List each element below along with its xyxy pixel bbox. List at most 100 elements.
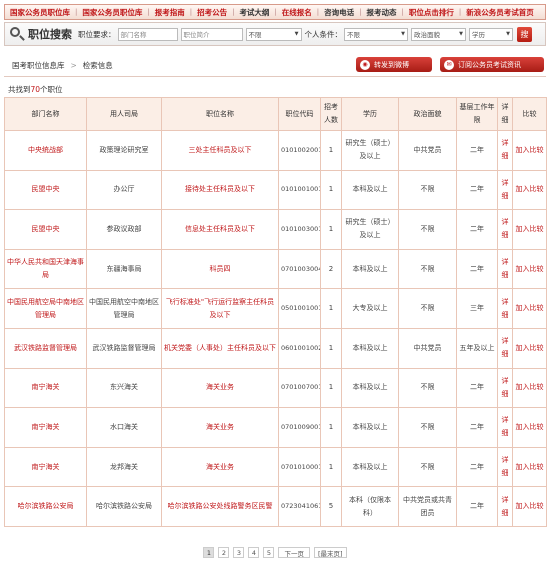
cell-title[interactable]: 海关业务 (161, 367, 279, 409)
cell-years: 五年及以上 (456, 327, 498, 369)
add-compare-link[interactable]: 加入比较 (512, 486, 547, 527)
nav-hotline[interactable]: 咨询电话 (319, 7, 359, 18)
detail-link[interactable]: 详细 (497, 288, 513, 329)
cell-title[interactable]: 哈尔滨铁路公安处线路警务区民警 (161, 486, 279, 527)
result-count: 共找到70个职位 (8, 84, 63, 95)
cell-title[interactable]: 三处主任科员及以下 (161, 130, 279, 171)
nav-job-database-2[interactable]: 国家公务员职位库 (77, 7, 147, 18)
cell-count: 1 (320, 169, 342, 211)
cell-code: 0101003001 (278, 209, 321, 250)
detail-link[interactable]: 详细 (497, 407, 513, 448)
col-header-years: 基层工作年限 (456, 97, 498, 131)
cell-dept[interactable]: 民盟中央 (4, 209, 87, 250)
job-table: 部门名称 用人司局 职位名称 职位代码 招考人数 学历 政治面貌 基层工作年限 … (4, 97, 547, 527)
nav-syllabus[interactable]: 考试大纲 (234, 7, 274, 18)
education-select[interactable]: 学历 ▼ (469, 27, 513, 41)
table-row: 中央统战部 政策理论研究室 三处主任科员及以下 0101002001 1 研究生（硕士）及… (4, 130, 547, 171)
cell-code: 0101001001 (278, 169, 321, 211)
page-1[interactable]: 1 (203, 547, 215, 558)
add-compare-link[interactable]: 加入比较 (512, 288, 547, 329)
pagination: 1 2 3 4 5 下一页 [最末页] (0, 547, 550, 558)
nav-guide[interactable]: 报考指南 (150, 7, 190, 18)
personal-select[interactable]: 不限 ▼ (344, 27, 408, 41)
cell-bureau: 武汉铁路监督管理局 (86, 327, 162, 369)
cell-dept[interactable]: 南宁海关 (4, 407, 87, 448)
cell-title[interactable]: 接待处主任科员及以下 (161, 169, 279, 211)
col-header-political: 政治面貌 (398, 97, 457, 131)
job-intro-input[interactable]: 职位简介 (180, 27, 243, 41)
result-count-number: 70 (30, 85, 41, 94)
add-compare-link[interactable]: 加入比较 (512, 209, 547, 250)
cell-title[interactable]: 海关业务 (161, 446, 279, 488)
cell-dept[interactable]: 中华人民共和国天津海事局 (4, 248, 87, 290)
cell-bureau: 政策理论研究室 (86, 130, 162, 171)
cell-political: 不限 (398, 288, 457, 329)
page-4[interactable]: 4 (248, 547, 260, 558)
cell-title[interactable]: 信息处主任科员及以下 (161, 209, 279, 250)
cell-title[interactable]: 飞行标准处"飞行运行监察主任科员及以下 (161, 288, 279, 329)
nav-ranking[interactable]: 职位点击排行 (404, 7, 459, 18)
cell-years: 二年 (456, 169, 498, 211)
nav-online-registration[interactable]: 在线报名 (277, 7, 317, 18)
cell-count: 5 (320, 486, 342, 527)
cell-dept[interactable]: 哈尔滨铁路公安局 (4, 486, 87, 527)
cell-dept[interactable]: 南宁海关 (4, 446, 87, 488)
political-select[interactable]: 政治面貌 ▼ (411, 27, 466, 41)
cell-title[interactable]: 机关党委（人事处）主任科员及以下 (161, 327, 279, 369)
detail-link[interactable]: 详细 (497, 327, 513, 369)
page-3[interactable]: 3 (233, 547, 245, 558)
cell-political: 不限 (398, 446, 457, 488)
cell-count: 1 (320, 367, 342, 409)
subscribe-button[interactable]: ✉ 订阅公务员考试资讯 (440, 57, 544, 72)
share-weibo-button[interactable]: ◉ 转发到微博 (356, 57, 432, 72)
add-compare-link[interactable]: 加入比较 (512, 446, 547, 488)
cell-education: 研究生（硕士）及以上 (341, 209, 399, 250)
cell-years: 二年 (456, 446, 498, 488)
nav-job-database[interactable]: 国家公务员职位库 (5, 7, 75, 18)
cell-dept[interactable]: 南宁海关 (4, 367, 87, 409)
detail-link[interactable]: 详细 (497, 486, 513, 527)
cell-code: 0501001001 (278, 288, 321, 329)
search-icon (10, 27, 25, 41)
detail-link[interactable]: 详细 (497, 209, 513, 250)
cell-title[interactable]: 海关业务 (161, 407, 279, 448)
cell-education: 本科及以上 (341, 446, 399, 488)
department-name-input[interactable]: 部门名称 (117, 27, 178, 41)
detail-link[interactable]: 详细 (497, 446, 513, 488)
last-page-button[interactable]: [最末页] (313, 547, 347, 558)
cell-bureau: 水口海关 (86, 407, 162, 448)
detail-link[interactable]: 详细 (497, 169, 513, 211)
table-row: 哈尔滨铁路公安局 哈尔滨铁路公安局 哈尔滨铁路公安处线路警务区民警 072304106… (4, 486, 547, 527)
personal-select-value: 不限 (347, 31, 360, 39)
cell-education: 研究生（硕士）及以上 (341, 130, 399, 171)
detail-link[interactable]: 详细 (497, 367, 513, 409)
cell-education: 本科及以上 (341, 169, 399, 211)
cell-title[interactable]: 科员四 (161, 248, 279, 290)
detail-link[interactable]: 详细 (497, 130, 513, 171)
next-page-button[interactable]: 下一页 (278, 547, 310, 558)
nav-news[interactable]: 报考动态 (362, 7, 402, 18)
add-compare-link[interactable]: 加入比较 (512, 248, 547, 290)
nav-sina-home[interactable]: 新浪公务员考试首页 (461, 7, 539, 18)
add-compare-link[interactable]: 加入比较 (512, 407, 547, 448)
cell-dept[interactable]: 中央统战部 (4, 130, 87, 171)
add-compare-link[interactable]: 加入比较 (512, 130, 547, 171)
page-2[interactable]: 2 (218, 547, 230, 558)
limit-select[interactable]: 不限 ▼ (245, 27, 302, 41)
cell-dept[interactable]: 民盟中央 (4, 169, 87, 211)
page-5[interactable]: 5 (263, 547, 275, 558)
result-count-suffix: 个职位 (40, 85, 63, 94)
detail-link[interactable]: 详细 (497, 248, 513, 290)
cell-dept[interactable]: 中国民用航空局中南地区管理局 (4, 288, 87, 329)
chevron-down-icon: ▼ (506, 31, 510, 37)
breadcrumb-home[interactable]: 国考职位信息库 (12, 61, 65, 70)
search-button[interactable]: 搜 (517, 26, 532, 42)
nav-announcement[interactable]: 招考公告 (192, 7, 232, 18)
add-compare-link[interactable]: 加入比较 (512, 327, 547, 369)
add-compare-link[interactable]: 加入比较 (512, 367, 547, 409)
breadcrumb-current: 检索信息 (82, 60, 113, 70)
cell-dept[interactable]: 武汉铁路监督管理局 (4, 327, 87, 369)
add-compare-link[interactable]: 加入比较 (512, 169, 547, 211)
col-header-code: 职位代码 (278, 97, 321, 131)
breadcrumb-trail: 国考职位信息库 > 检索信息 (12, 60, 113, 71)
